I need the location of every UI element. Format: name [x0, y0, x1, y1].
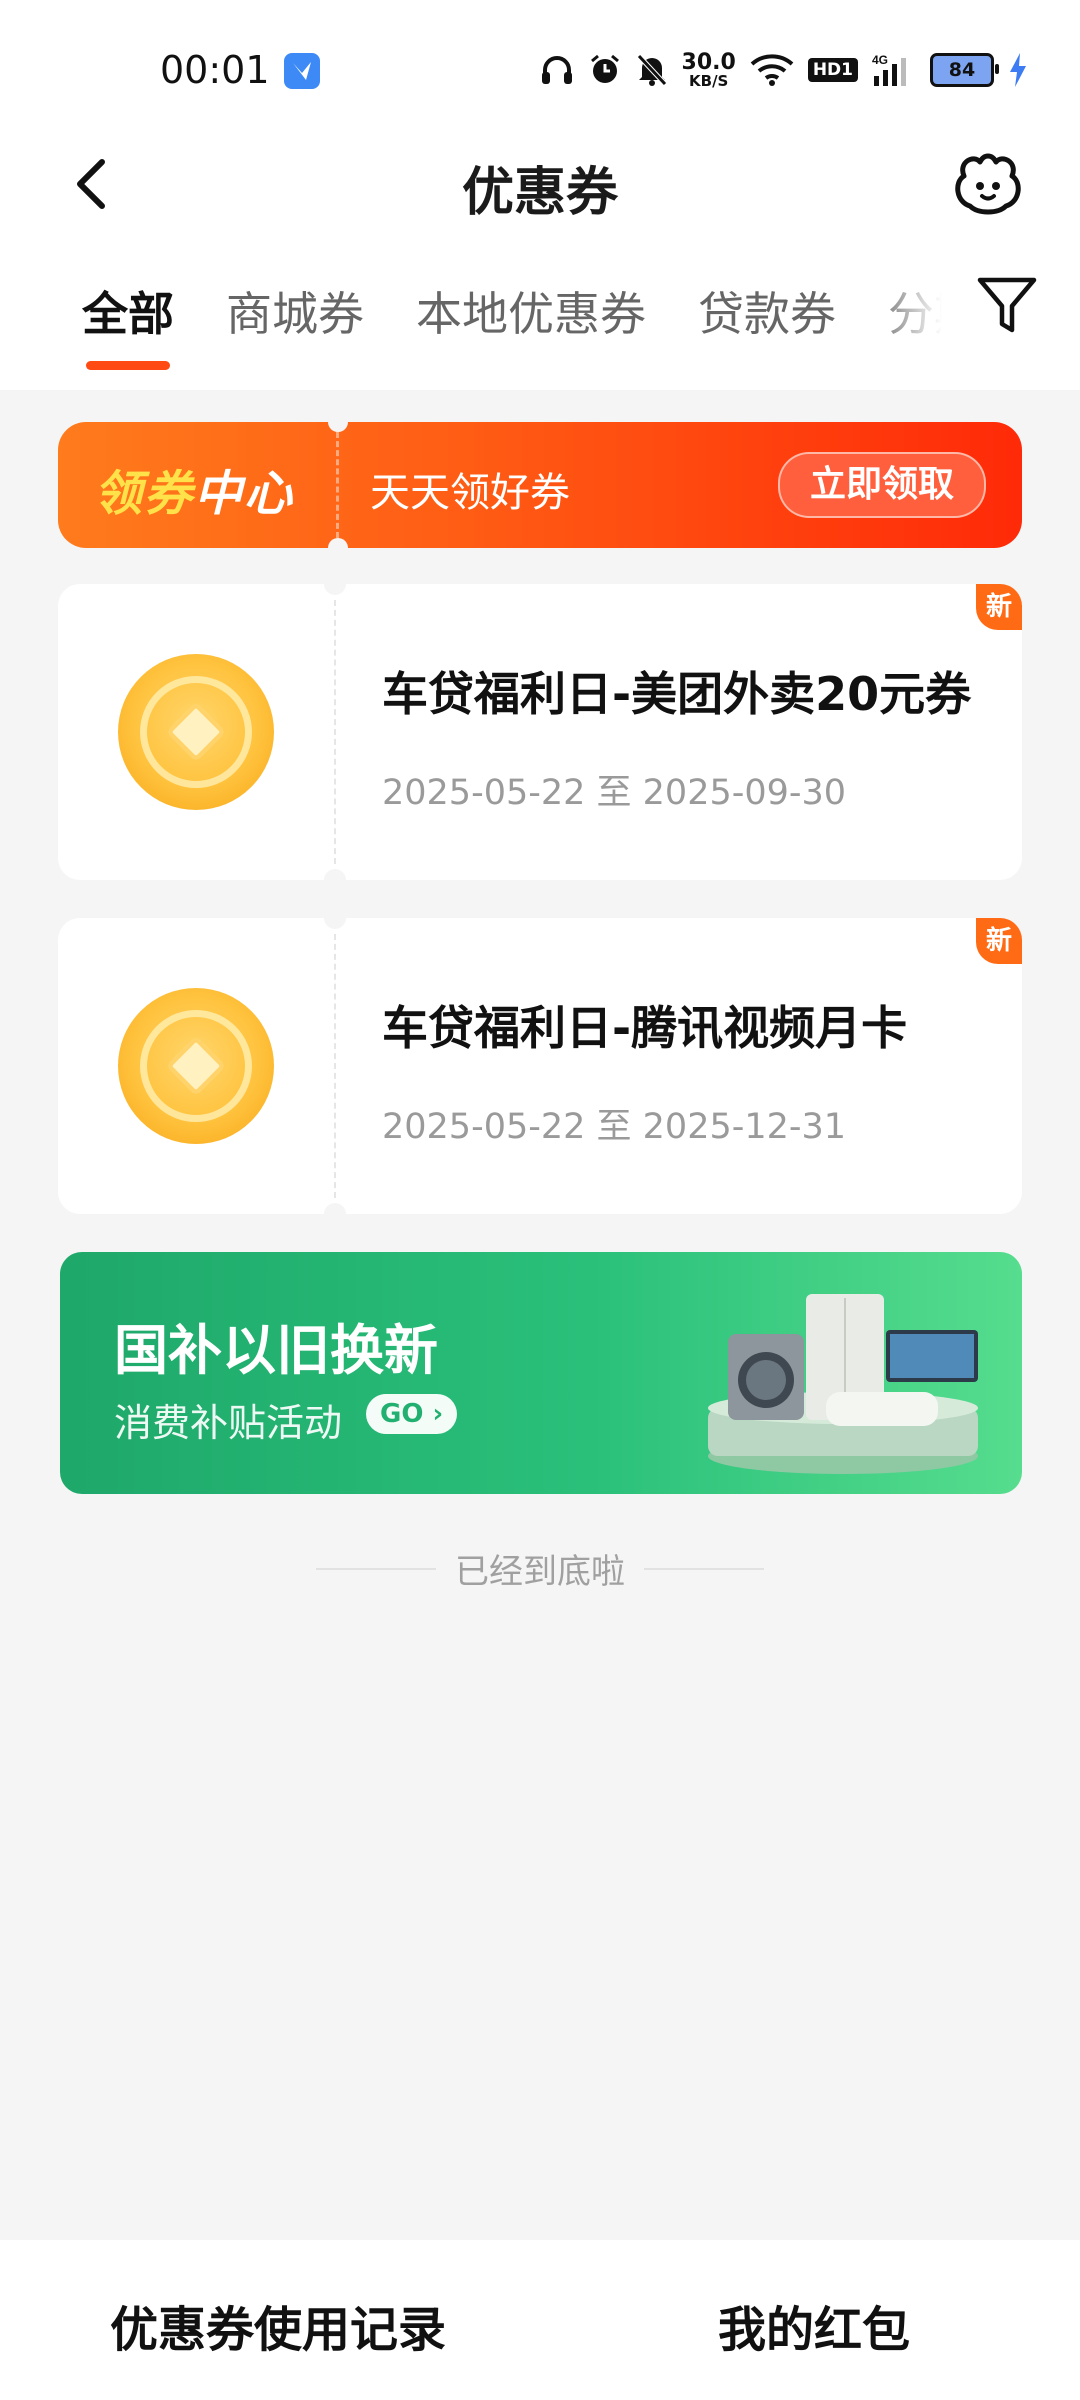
coupon-notch-bottom	[324, 1203, 346, 1214]
coin-icon	[118, 654, 274, 810]
coupon-validity: 2025-05-22 至 2025-12-31	[382, 1107, 847, 1147]
banner-subtitle: 天天领好券	[370, 470, 570, 516]
end-line-right	[644, 1568, 764, 1570]
coupon-icon-area	[58, 918, 334, 1214]
my-red-packets-button[interactable]: 我的红包	[718, 2290, 910, 2360]
banner-notch-bottom	[328, 538, 348, 548]
hd-badge: HD1	[807, 58, 858, 82]
coupon-center-banner[interactable]: 领券中心 天天领好券 立即领取	[58, 422, 1022, 548]
notification-app-icon	[284, 53, 320, 89]
svg-text:4G: 4G	[872, 53, 888, 67]
coupon-divider	[334, 600, 336, 864]
claim-now-button[interactable]: 立即领取	[778, 452, 986, 518]
tab-all[interactable]: 全部	[82, 278, 174, 370]
signal-icon: 4G	[872, 53, 906, 86]
charging-icon	[1010, 53, 1026, 87]
banner-notch-top	[328, 422, 348, 432]
wifi-icon	[750, 54, 794, 86]
coupon-usage-history-button[interactable]: 优惠券使用记录	[110, 2290, 446, 2360]
coupon-notch-bottom	[324, 869, 346, 880]
customer-service-icon[interactable]	[950, 150, 1026, 216]
tab-mall-coupons[interactable]: 商城券	[226, 278, 364, 370]
tabs-fade	[870, 250, 960, 390]
alarm-icon	[590, 54, 619, 83]
coin-icon	[118, 988, 274, 1144]
coupon-card[interactable]: 车贷福利日-美团外卖20元券 2025-05-22 至 2025-09-30 新	[58, 584, 1022, 880]
net-speed: 30.0 KB/S	[681, 49, 736, 90]
new-badge: 新	[976, 584, 1022, 630]
coupon-category-tabs: 全部 商城券 本地优惠券 贷款券 分期	[0, 250, 1080, 390]
tab-local-coupons[interactable]: 本地优惠券	[416, 278, 646, 370]
status-icons: 30.0 KB/S HD1 4G 84	[540, 48, 1028, 92]
status-time: 00:01	[160, 48, 270, 92]
promo-go-button[interactable]: GO ›	[366, 1394, 458, 1434]
status-bar: 00:01 30.0 KB/S HD1 4G 84	[0, 0, 1080, 130]
page-title: 优惠券	[461, 163, 618, 223]
promo-title: 国补以旧换新	[114, 1319, 438, 1382]
new-badge: 新	[976, 918, 1022, 964]
battery-indicator: 84	[930, 53, 999, 87]
trade-in-promo-banner[interactable]: 国补以旧换新 消费补贴活动 GO ›	[60, 1252, 1022, 1494]
banner-divider	[336, 432, 339, 538]
appliances-illustration	[708, 1294, 978, 1474]
coupon-card[interactable]: 车贷福利日-腾讯视频月卡 2025-05-22 至 2025-12-31 新	[58, 918, 1022, 1214]
promo-subtitle: 消费补贴活动	[114, 1401, 343, 1445]
header: 优惠券	[0, 130, 1080, 250]
coupon-icon-area	[58, 584, 334, 880]
headphones-icon	[541, 56, 572, 84]
coupon-center-label: 领券中心	[94, 466, 295, 522]
coupon-validity: 2025-05-22 至 2025-09-30	[382, 773, 847, 813]
filter-icon[interactable]	[974, 272, 1040, 338]
bottom-action-bar: 优惠券使用记录 我的红包	[0, 2240, 1080, 2400]
mute-icon	[636, 54, 667, 86]
end-of-list-hint: 已经到底啦	[455, 1552, 625, 1592]
tab-loan-coupons[interactable]: 贷款券	[698, 278, 836, 370]
coupon-divider	[334, 934, 336, 1198]
coupon-title: 车贷福利日-腾讯视频月卡	[382, 1001, 908, 1055]
coupon-title: 车贷福利日-美团外卖20元券	[382, 667, 972, 721]
